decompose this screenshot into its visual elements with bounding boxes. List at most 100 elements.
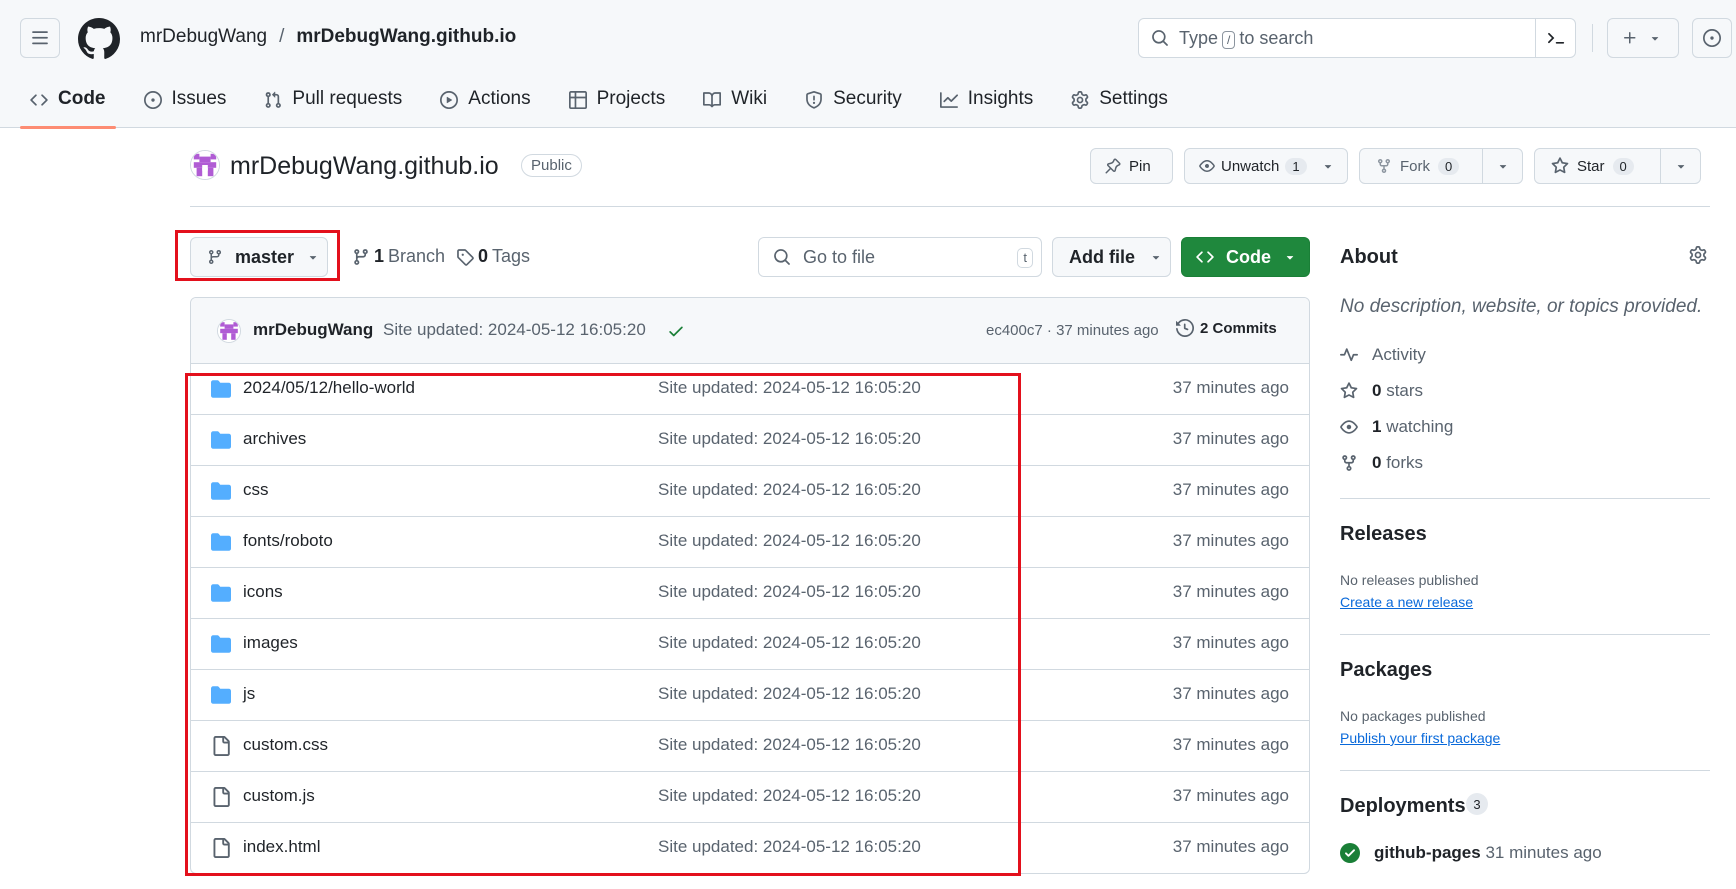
fork-dropdown[interactable] xyxy=(1482,149,1522,183)
activity-link[interactable]: Activity xyxy=(1340,345,1426,365)
releases-heading[interactable]: Releases xyxy=(1340,523,1427,546)
code-label: Code xyxy=(1226,246,1271,267)
file-age: 37 minutes ago xyxy=(1172,531,1289,550)
tab-security[interactable]: Security xyxy=(795,80,912,128)
tab-label: Actions xyxy=(468,88,531,109)
repo-forked-icon xyxy=(1342,455,1356,471)
commits-history-link[interactable]: 2 Commits xyxy=(1176,319,1277,337)
publish-package-link[interactable]: Publish your first package xyxy=(1340,730,1500,746)
tag-count: 0 xyxy=(478,246,489,266)
activity-label: Activity xyxy=(1372,345,1426,364)
go-to-file-input[interactable]: Go to file t xyxy=(758,237,1042,277)
star-button[interactable]: Star 0 xyxy=(1534,148,1701,184)
files-highlight-box xyxy=(185,373,1021,876)
deployment-name[interactable]: github-pages xyxy=(1374,843,1481,862)
watching-count: 1 xyxy=(1372,417,1382,436)
branch-label: Branch xyxy=(388,246,446,266)
code-icon xyxy=(1196,251,1214,263)
triangle-down-icon xyxy=(1324,165,1331,169)
search-input[interactable]: Type / to search xyxy=(1138,18,1576,58)
commit-hash[interactable]: ec400c7 xyxy=(986,322,1043,339)
tab-actions[interactable]: Actions xyxy=(430,80,540,128)
triangle-down-icon xyxy=(1677,165,1684,169)
repo-nav-tabs: Code Issues Pull requests Actions Projec… xyxy=(20,80,1196,129)
shortcut-key: t xyxy=(1017,248,1033,268)
eye-icon xyxy=(1199,160,1215,172)
tab-settings[interactable]: Settings xyxy=(1061,80,1178,128)
fork-button[interactable]: Fork 0 xyxy=(1359,148,1523,184)
star-dropdown[interactable] xyxy=(1660,149,1700,183)
pulse-icon xyxy=(1340,348,1358,362)
tab-label: Insights xyxy=(967,88,1034,109)
repo-owner-avatar[interactable] xyxy=(190,150,220,180)
breadcrumb-repo[interactable]: mrDebugWang.github.io xyxy=(296,26,516,48)
table-icon xyxy=(568,91,587,109)
watching-link[interactable]: 1 watching xyxy=(1340,417,1453,437)
stars-label: stars xyxy=(1386,381,1424,400)
visibility-badge: Public xyxy=(521,154,582,177)
github-logo-icon[interactable] xyxy=(78,18,120,60)
tab-label: Projects xyxy=(596,88,666,109)
file-age: 37 minutes ago xyxy=(1172,837,1289,856)
stars-link[interactable]: 0 stars xyxy=(1340,381,1423,401)
packages-note: No packages published xyxy=(1340,708,1486,724)
file-age: 37 minutes ago xyxy=(1172,633,1289,652)
go-to-file-placeholder: Go to file xyxy=(803,246,876,267)
file-age: 37 minutes ago xyxy=(1172,582,1289,601)
create-new-button[interactable] xyxy=(1607,18,1679,58)
pin-button[interactable]: Pin xyxy=(1090,148,1173,184)
pin-label: Pin xyxy=(1129,157,1151,175)
watching-label: watching xyxy=(1386,417,1454,436)
your-issues-button[interactable] xyxy=(1692,18,1732,58)
tab-issues[interactable]: Issues xyxy=(134,80,237,128)
git-pull-request-icon xyxy=(266,91,282,108)
code-button[interactable]: Code xyxy=(1181,237,1310,277)
check-icon[interactable] xyxy=(667,322,685,340)
tags-link[interactable]: 0 Tags xyxy=(456,246,530,267)
tag-icon xyxy=(457,248,474,266)
create-release-link[interactable]: Create a new release xyxy=(1340,594,1473,610)
file-age: 37 minutes ago xyxy=(1172,480,1289,499)
file-age: 37 minutes ago xyxy=(1172,429,1289,448)
separator-dot: · xyxy=(1046,322,1052,339)
breadcrumb-owner[interactable]: mrDebugWang xyxy=(140,26,267,48)
tab-projects[interactable]: Projects xyxy=(559,80,676,128)
tab-insights[interactable]: Insights xyxy=(930,80,1043,128)
search-icon xyxy=(1152,30,1168,46)
add-file-button[interactable]: Add file xyxy=(1052,237,1171,277)
unwatch-button[interactable]: Unwatch 1 xyxy=(1184,148,1348,184)
tab-label: Issues xyxy=(171,88,227,109)
commit-age: 37 minutes ago xyxy=(1056,322,1159,339)
tab-label: Pull requests xyxy=(292,88,403,109)
history-icon xyxy=(1176,319,1194,337)
triangle-down-icon xyxy=(1651,37,1659,41)
deployment-age: 31 minutes ago xyxy=(1485,843,1602,862)
tab-label: Code xyxy=(58,88,106,109)
deployment-item[interactable]: github-pages 31 minutes ago xyxy=(1340,843,1602,863)
forks-count: 0 xyxy=(1372,453,1382,472)
branch-highlight-box xyxy=(175,230,340,281)
tab-pull-requests[interactable]: Pull requests xyxy=(254,80,412,128)
about-description: No description, website, or topics provi… xyxy=(1340,296,1703,317)
packages-heading[interactable]: Packages xyxy=(1340,659,1432,682)
command-palette-icon[interactable] xyxy=(1535,19,1575,57)
plus-icon xyxy=(1624,32,1636,44)
commit-author[interactable]: mrDebugWang xyxy=(253,320,373,340)
gear-icon[interactable] xyxy=(1689,246,1707,264)
tab-code[interactable]: Code xyxy=(20,80,116,129)
breadcrumb: mrDebugWang / mrDebugWang.github.io xyxy=(140,26,516,48)
sidebar-divider xyxy=(1340,498,1710,499)
tab-wiki[interactable]: Wiki xyxy=(693,80,777,128)
commit-hash-and-age[interactable]: ec400c7 · 37 minutes ago xyxy=(986,322,1159,339)
star-label: Star xyxy=(1577,157,1605,175)
deployments-heading[interactable]: Deployments xyxy=(1340,795,1466,818)
menu-button[interactable] xyxy=(20,18,60,58)
play-icon xyxy=(440,91,459,109)
repo-title[interactable]: mrDebugWang.github.io xyxy=(230,152,499,181)
forks-link[interactable]: 0 forks xyxy=(1340,453,1423,473)
commit-author-avatar[interactable] xyxy=(217,319,241,343)
sidebar-divider xyxy=(1340,634,1710,635)
branches-link[interactable]: 1 Branch xyxy=(352,246,445,267)
repo-forked-icon xyxy=(1378,159,1390,174)
commit-message[interactable]: Site updated: 2024-05-12 16:05:20 xyxy=(383,320,646,340)
